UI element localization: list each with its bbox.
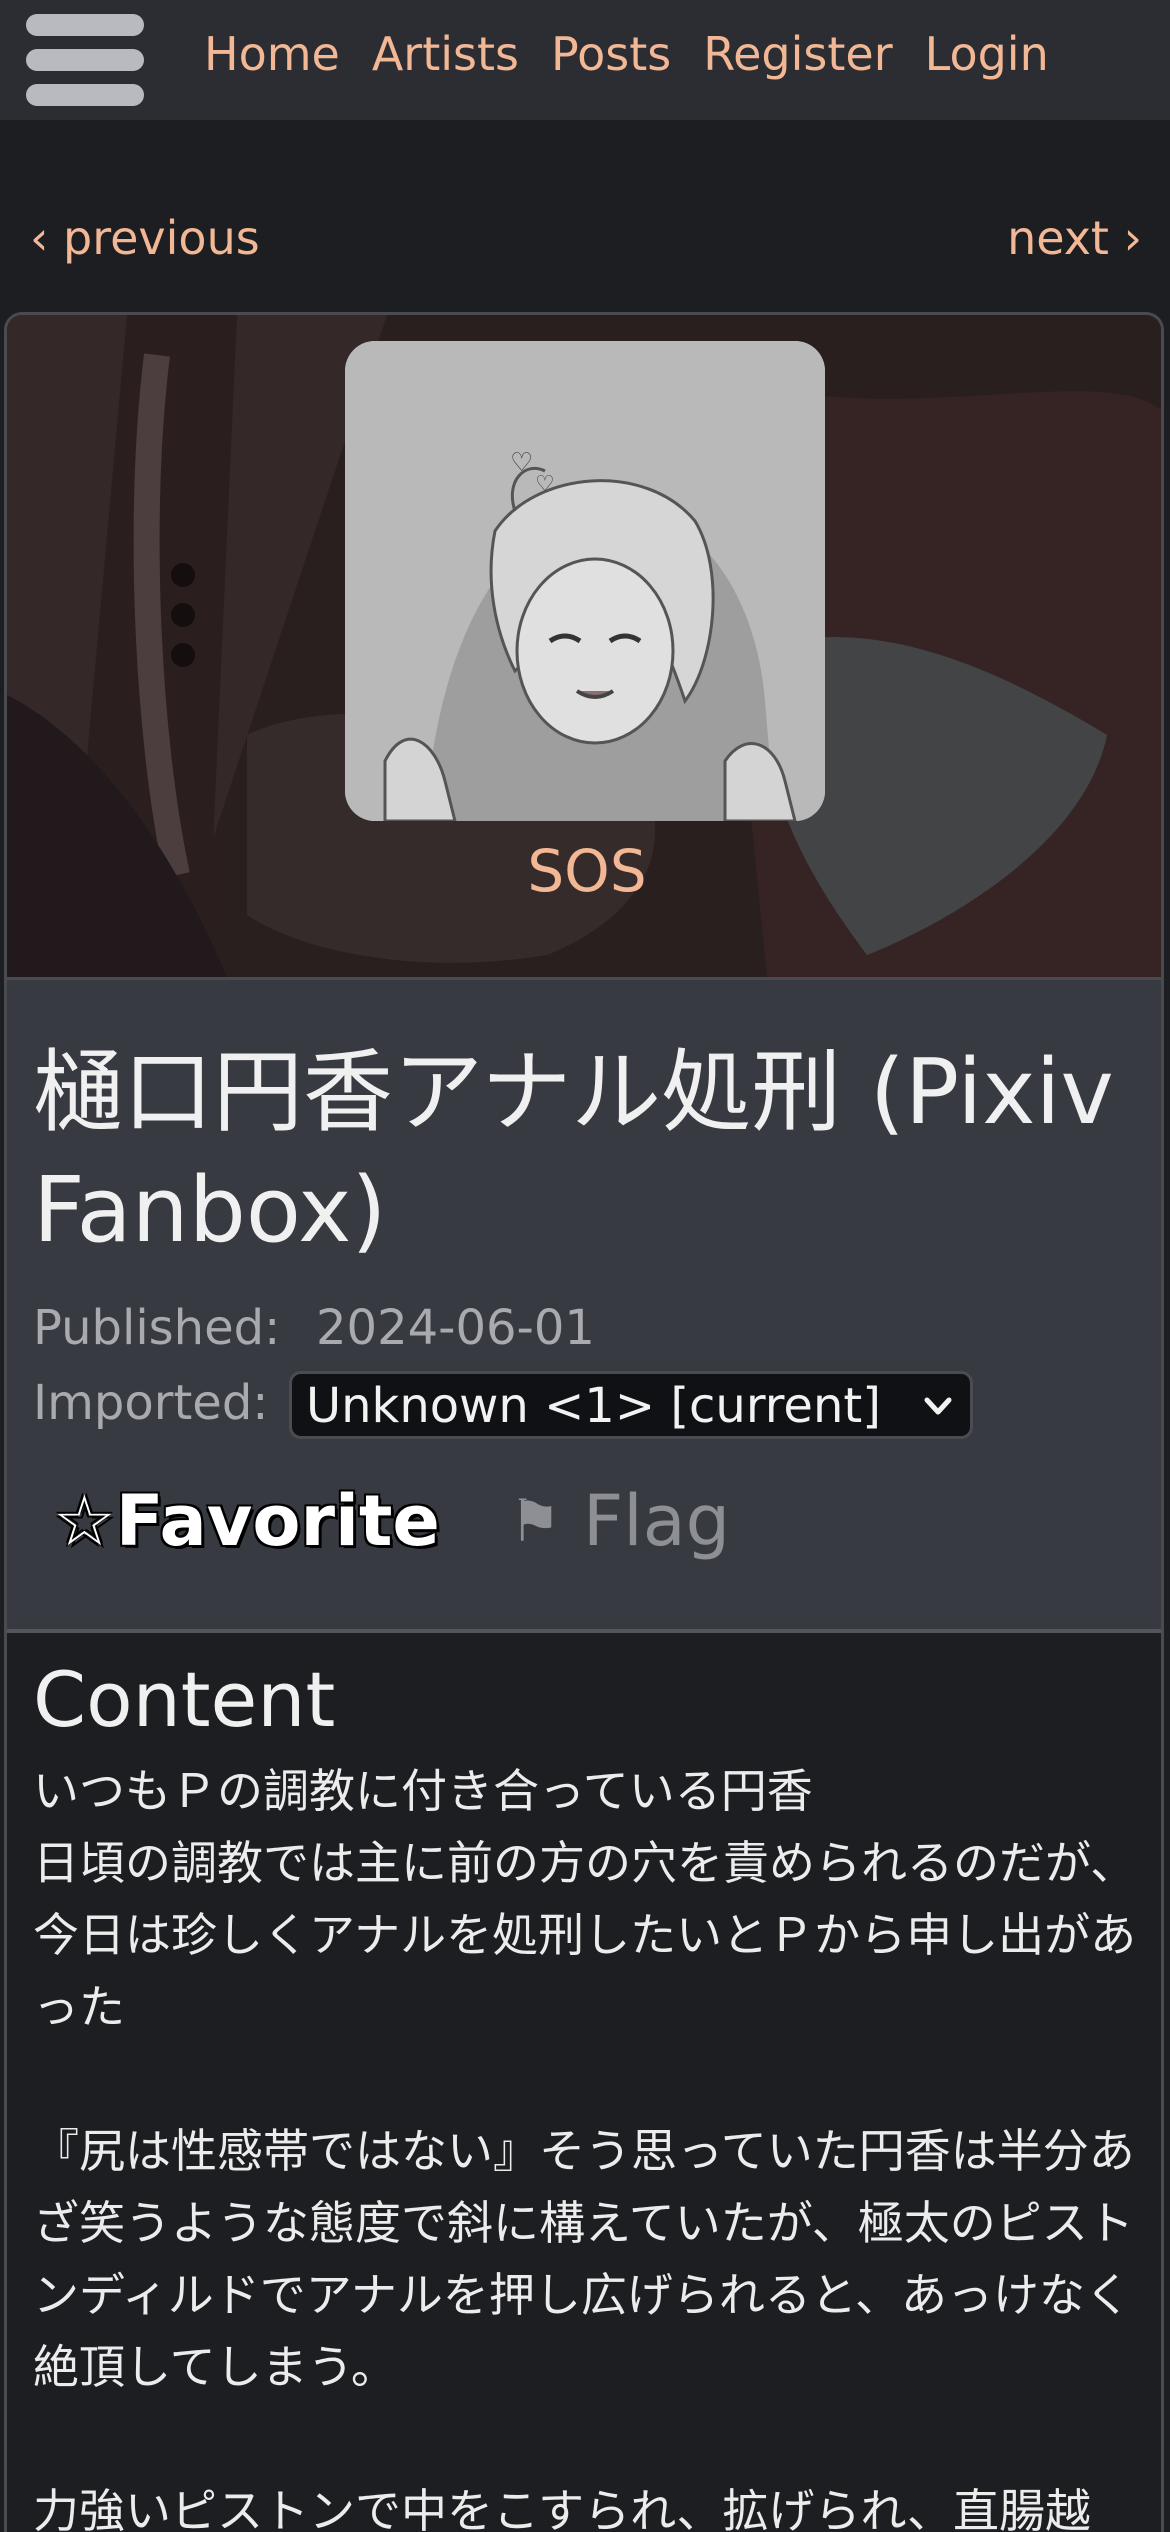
nav-link-login[interactable]: Login [925,26,1049,82]
artist-banner: ♡ ♡ SOS [7,315,1161,977]
top-navbar: Home Artists Posts Register Login [0,0,1170,120]
favorite-label: Favorite [115,1480,440,1562]
artist-name-link[interactable]: SOS [7,835,1161,907]
content-paragraph: 『尻は性感帯ではない』そう思っていた円香は半分あざ笑うような態度で斜に構えていた… [33,2124,1135,2394]
post-title: 樋口円香アナル処刑 (Pixiv Fanbox) [33,1040,1114,1263]
content-body: いつもＰの調教に付き合っている円香 日頃の調教では主に前の方の穴を責められるのだ… [33,1755,1147,2532]
flag-button[interactable]: ⚑ Flag [509,1478,730,1564]
svg-text:♡: ♡ [535,472,555,497]
nav-link-artists[interactable]: Artists [372,26,519,82]
content-paragraph: 日頃の調教では主に前の方の穴を責められるのだが、今日は珍しくアナルを処刑したいと… [33,1836,1137,2034]
nav-link-posts[interactable]: Posts [551,26,671,82]
next-post-link[interactable]: next › [1007,210,1142,266]
content-heading: Content [33,1655,336,1744]
imported-label: Imported: [33,1375,269,1431]
published-label: Published: [33,1300,281,1356]
nav-links: Home Artists Posts Register Login [204,26,1049,82]
content-paragraph: 力強いピストンで中をこすられ、拡げられ、直腸越 [33,2484,1091,2532]
svg-text:♡: ♡ [510,448,533,478]
post-card: ♡ ♡ SOS 樋口円香アナル処刑 (Pixiv Fanbox) Publish… [4,312,1164,2532]
post-info-panel: 樋口円香アナル処刑 (Pixiv Fanbox) Published: 2024… [7,977,1161,1633]
hamburger-menu-icon[interactable] [26,14,144,106]
import-version-select[interactable]: Unknown <1> [current] [289,1371,973,1439]
nav-link-home[interactable]: Home [204,26,340,82]
content-section: Content いつもＰの調教に付き合っている円香 日頃の調教では主に前の方の穴… [7,1633,1161,2532]
artist-avatar[interactable]: ♡ ♡ [345,341,825,821]
content-paragraph: いつもＰの調教に付き合っている円香 [33,1764,813,1818]
page: Home Artists Posts Register Login ‹ prev… [0,0,1170,2532]
flag-icon: ⚑ [509,1487,561,1555]
flag-label: Flag [583,1480,731,1562]
chevron-down-icon [924,1397,952,1415]
avatar-illustration: ♡ ♡ [345,341,825,821]
star-icon: ☆ [53,1480,116,1562]
previous-post-link[interactable]: ‹ previous [30,210,260,266]
nav-link-register[interactable]: Register [703,26,892,82]
import-version-value: Unknown <1> [current] [306,1378,881,1434]
published-date: 2024-06-01 [316,1300,595,1356]
favorite-button[interactable]: ☆Favorite [53,1478,440,1564]
